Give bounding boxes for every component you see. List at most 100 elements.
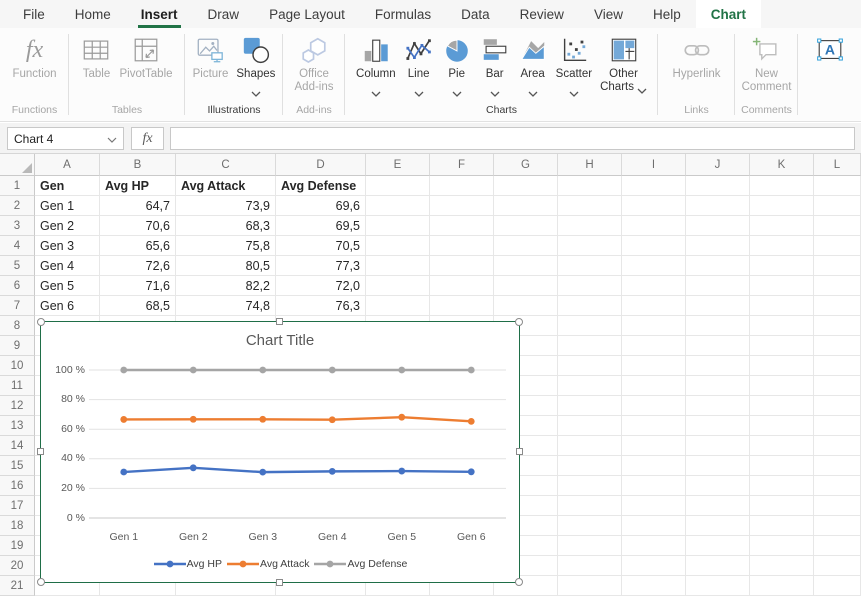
cell[interactable] — [814, 316, 861, 336]
select-all-corner[interactable] — [0, 154, 35, 176]
cell[interactable] — [686, 416, 750, 436]
cell[interactable] — [558, 196, 622, 216]
cell[interactable]: Gen 4 — [35, 256, 100, 276]
row-header-19[interactable]: 19 — [0, 536, 35, 556]
cell[interactable] — [622, 316, 686, 336]
cell[interactable] — [494, 196, 558, 216]
cell[interactable]: 69,5 — [276, 216, 366, 236]
cell[interactable] — [558, 436, 622, 456]
row-header-11[interactable]: 11 — [0, 376, 35, 396]
column-header-E[interactable]: E — [366, 154, 430, 176]
cell[interactable] — [558, 336, 622, 356]
cell[interactable] — [622, 256, 686, 276]
embedded-chart[interactable]: Chart Title 100 %80 %60 %40 %20 %0 %Gen … — [40, 321, 520, 583]
selection-handle-top-middle[interactable] — [276, 318, 283, 325]
cell[interactable] — [558, 356, 622, 376]
cell[interactable] — [558, 396, 622, 416]
cell[interactable] — [622, 336, 686, 356]
row-header-13[interactable]: 13 — [0, 416, 35, 436]
cell[interactable] — [558, 416, 622, 436]
cell[interactable] — [622, 356, 686, 376]
cell[interactable]: 80,5 — [176, 256, 276, 276]
cell[interactable] — [750, 296, 814, 316]
cell[interactable] — [814, 416, 861, 436]
cell[interactable] — [686, 336, 750, 356]
cell[interactable] — [814, 556, 861, 576]
cell[interactable] — [558, 536, 622, 556]
row-header-15[interactable]: 15 — [0, 456, 35, 476]
cell[interactable] — [686, 236, 750, 256]
cell[interactable] — [622, 416, 686, 436]
cell[interactable] — [814, 476, 861, 496]
tab-formulas[interactable]: Formulas — [360, 0, 446, 28]
cell[interactable] — [814, 216, 861, 236]
cell[interactable] — [366, 276, 430, 296]
cell[interactable] — [686, 576, 750, 596]
cell[interactable] — [686, 476, 750, 496]
cell[interactable] — [686, 356, 750, 376]
row-header-1[interactable]: 1 — [0, 176, 35, 196]
cell[interactable] — [622, 516, 686, 536]
cell[interactable] — [558, 316, 622, 336]
cell[interactable] — [622, 196, 686, 216]
cell[interactable] — [750, 396, 814, 416]
row-header-6[interactable]: 6 — [0, 276, 35, 296]
cell[interactable] — [366, 216, 430, 236]
cell[interactable]: Avg Attack — [176, 176, 276, 196]
row-header-7[interactable]: 7 — [0, 296, 35, 316]
cell[interactable] — [622, 556, 686, 576]
cell[interactable] — [430, 276, 494, 296]
cell[interactable] — [622, 476, 686, 496]
row-header-16[interactable]: 16 — [0, 476, 35, 496]
cell[interactable] — [558, 256, 622, 276]
cell[interactable] — [750, 276, 814, 296]
cell[interactable] — [814, 356, 861, 376]
column-header-L[interactable]: L — [814, 154, 861, 176]
column-header-F[interactable]: F — [430, 154, 494, 176]
cell[interactable] — [622, 276, 686, 296]
cell[interactable]: Gen 1 — [35, 196, 100, 216]
cell[interactable]: 82,2 — [176, 276, 276, 296]
cell[interactable] — [750, 436, 814, 456]
selection-handle-middle-left[interactable] — [37, 448, 44, 455]
cell[interactable] — [622, 236, 686, 256]
cell[interactable] — [750, 236, 814, 256]
selection-handle-top-left[interactable] — [37, 318, 45, 326]
cell[interactable]: 76,3 — [276, 296, 366, 316]
cell[interactable]: 70,5 — [276, 236, 366, 256]
cell[interactable] — [814, 296, 861, 316]
cell[interactable] — [494, 256, 558, 276]
cell[interactable]: Avg HP — [100, 176, 176, 196]
chart-title[interactable]: Chart Title — [41, 332, 519, 349]
cell[interactable] — [686, 176, 750, 196]
cell[interactable] — [686, 396, 750, 416]
cell[interactable] — [814, 176, 861, 196]
cell[interactable] — [558, 216, 622, 236]
cell[interactable] — [686, 456, 750, 476]
cell[interactable] — [430, 176, 494, 196]
cell[interactable] — [366, 196, 430, 216]
cell[interactable] — [686, 256, 750, 276]
cell[interactable] — [622, 376, 686, 396]
column-header-G[interactable]: G — [494, 154, 558, 176]
tab-review[interactable]: Review — [505, 0, 579, 28]
cell[interactable] — [750, 516, 814, 536]
other-charts-button[interactable]: Other Charts — [596, 33, 651, 96]
cell[interactable] — [622, 456, 686, 476]
cell[interactable] — [750, 476, 814, 496]
cell[interactable] — [750, 536, 814, 556]
column-header-K[interactable]: K — [750, 154, 814, 176]
cell[interactable] — [750, 196, 814, 216]
cell[interactable] — [814, 336, 861, 356]
cell[interactable] — [558, 516, 622, 536]
cell[interactable] — [622, 496, 686, 516]
row-header-12[interactable]: 12 — [0, 396, 35, 416]
column-chart-button[interactable]: Column — [352, 33, 400, 92]
bar-chart-button[interactable]: Bar — [476, 33, 514, 92]
cell[interactable] — [430, 296, 494, 316]
cell[interactable]: 71,6 — [100, 276, 176, 296]
cell[interactable] — [558, 456, 622, 476]
cell[interactable]: 72,0 — [276, 276, 366, 296]
cell[interactable] — [750, 456, 814, 476]
cell[interactable] — [686, 516, 750, 536]
